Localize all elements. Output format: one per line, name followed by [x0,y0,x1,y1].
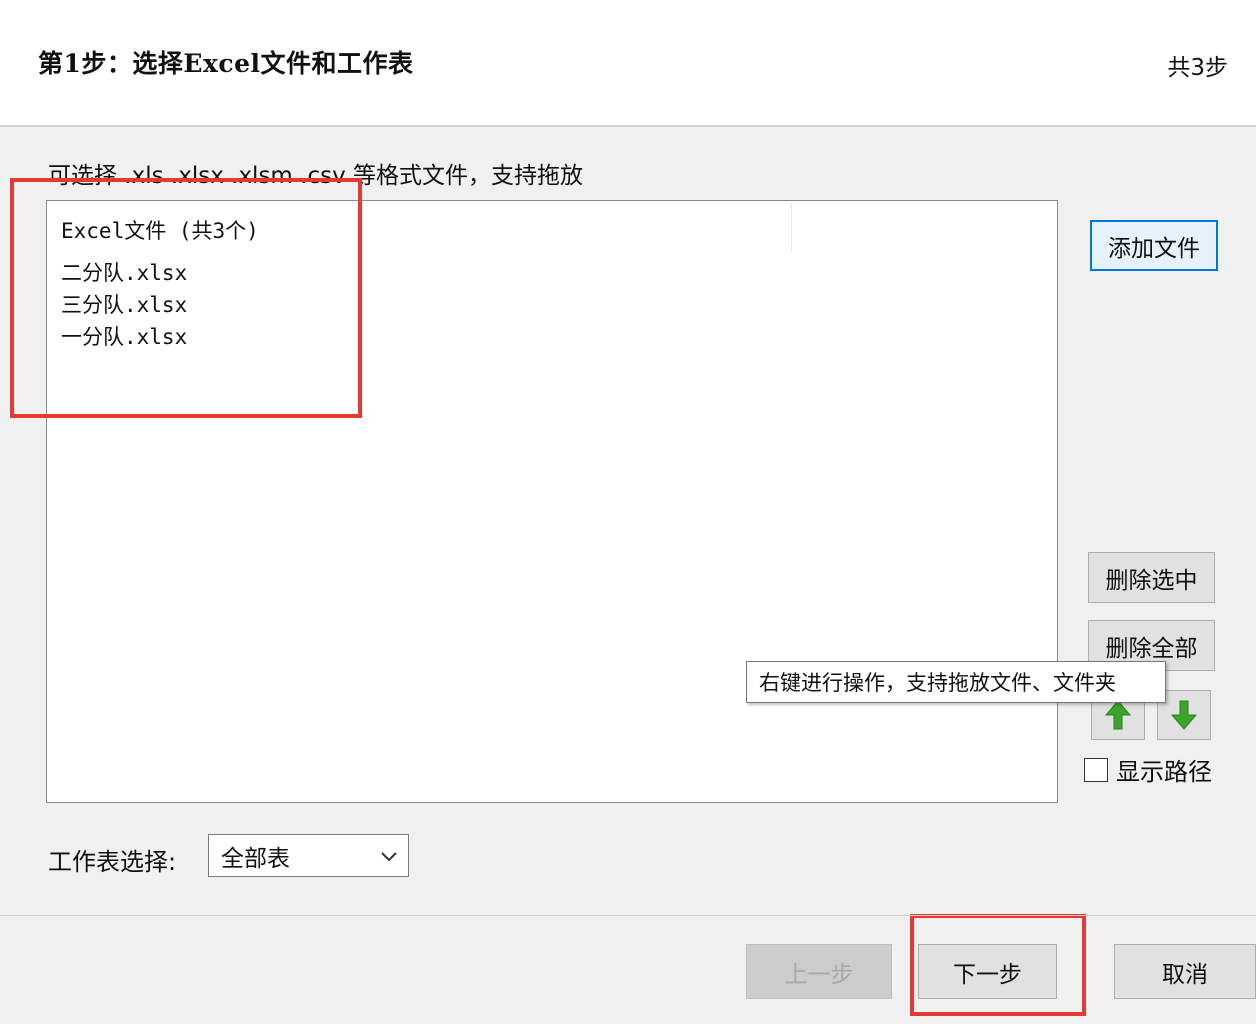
tooltip: 右键进行操作，支持拖放文件、文件夹 [746,661,1166,703]
arrow-up-icon [1104,700,1132,730]
step-count: 共3步 [1167,55,1228,81]
list-item[interactable]: 三分队.xlsx [61,289,187,319]
sheet-select-label: 工作表选择: [48,848,177,876]
show-path-checkbox[interactable] [1084,757,1108,782]
footer-divider [0,915,1256,916]
wizard-header: 第1步：选择Excel文件和工作表 共3步 [0,0,1256,127]
column-divider [791,203,792,251]
step-title: 第1步：选择Excel文件和工作表 [38,49,414,78]
list-item[interactable]: 二分队.xlsx [61,257,187,287]
arrow-down-icon [1170,700,1198,730]
delete-selected-button[interactable]: 删除选中 [1088,552,1215,603]
show-path-label: 显示路径 [1116,758,1212,786]
chevron-down-icon [381,852,397,862]
file-list[interactable]: Excel文件 (共3个) 二分队.xlsx 三分队.xlsx 一分队.xlsx [46,200,1058,803]
tooltip-text: 右键进行操作，支持拖放文件、文件夹 [759,671,1116,695]
add-file-button[interactable]: 添加文件 [1090,220,1218,271]
format-hint: 可选择 .xls .xlsx .xlsm .csv 等格式文件，支持拖放 [48,163,584,189]
list-item[interactable]: 一分队.xlsx [61,321,187,351]
sheet-select[interactable]: 全部表 [208,834,409,877]
sheet-select-value: 全部表 [221,845,290,872]
next-button[interactable]: 下一步 [918,944,1057,999]
cancel-button[interactable]: 取消 [1114,944,1256,999]
show-path-toggle[interactable]: 显示路径 [1084,752,1212,787]
file-list-header: Excel文件 (共3个) [61,219,259,243]
prev-button[interactable]: 上一步 [746,944,892,999]
